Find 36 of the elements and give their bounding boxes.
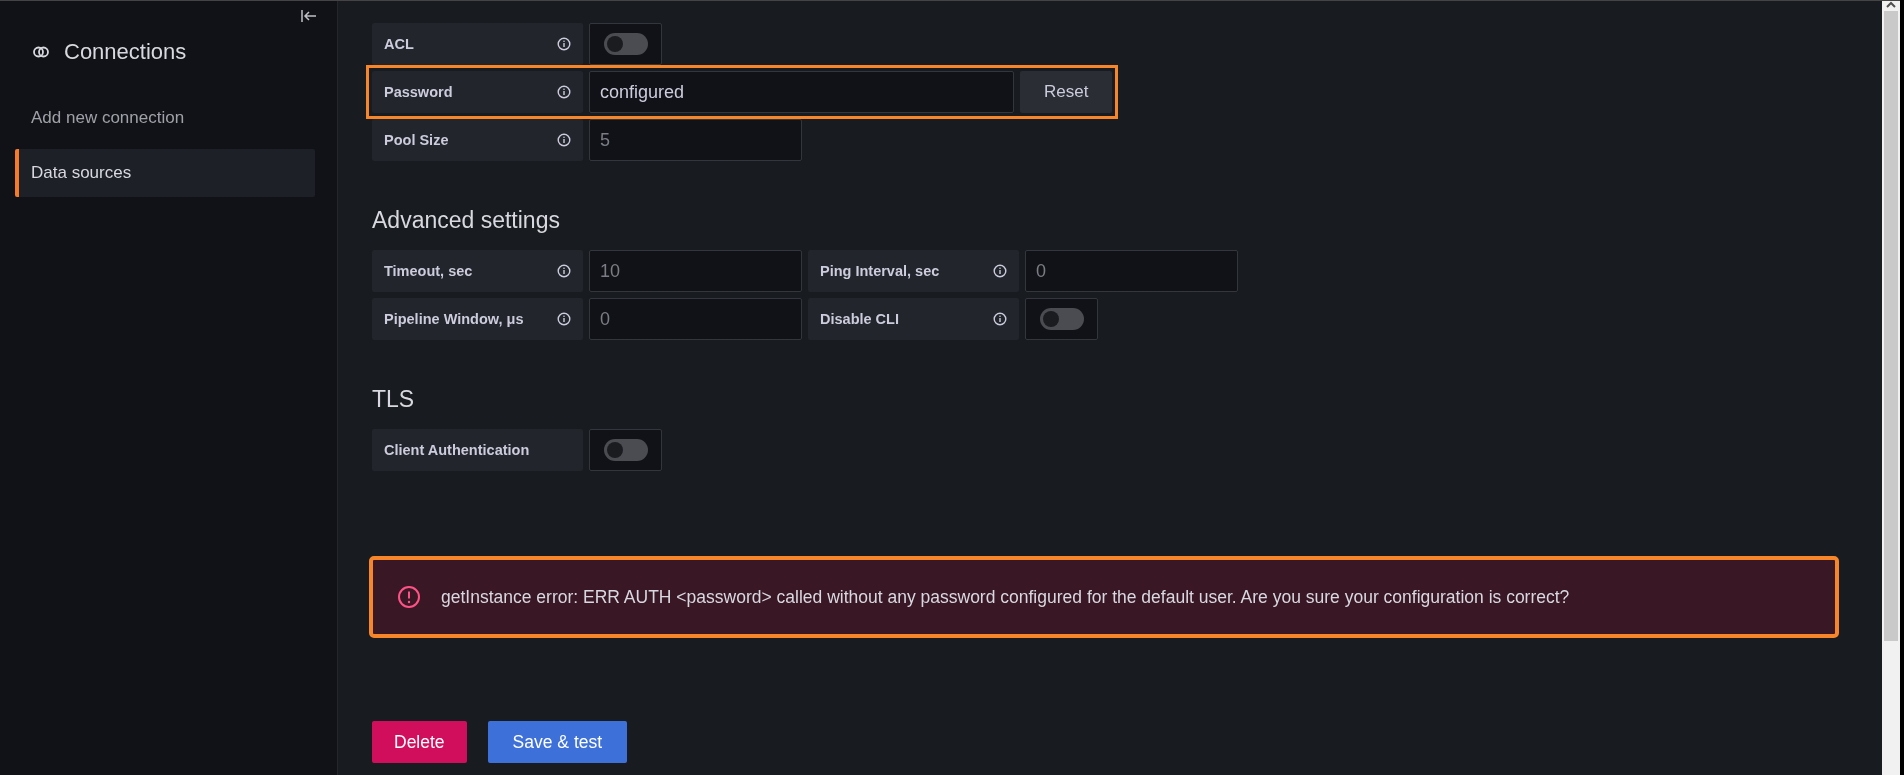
toggle-switch[interactable]	[1025, 298, 1098, 340]
scroll-up-icon[interactable]	[1886, 1, 1896, 9]
reset-button[interactable]: Reset	[1020, 71, 1113, 113]
field-label: Client Authentication	[372, 429, 583, 471]
password-field[interactable]: configured	[589, 71, 1014, 113]
sidebar-item[interactable]: Add new connection	[15, 101, 315, 135]
field-label: Ping Interval, sec	[808, 250, 1019, 292]
input-field[interactable]: 5	[589, 119, 802, 161]
info-icon	[557, 264, 571, 278]
field-label: ACL	[372, 23, 583, 65]
field-label: Timeout, sec	[372, 250, 583, 292]
scrollbar[interactable]	[1882, 1, 1900, 775]
info-icon	[557, 37, 571, 51]
info-icon	[993, 264, 1007, 278]
section-heading: Advanced settings	[372, 207, 561, 234]
field-label: Pool Size	[372, 119, 583, 161]
save-button[interactable]: Save & test	[487, 721, 628, 763]
info-icon	[557, 312, 571, 326]
toggle-switch[interactable]	[589, 23, 662, 65]
sidebar-item[interactable]: Data sources	[15, 149, 315, 197]
sidebar-title: Connections	[64, 39, 187, 65]
field-label: Pipeline Window, μs	[372, 298, 583, 340]
info-icon	[993, 312, 1007, 326]
delete-button[interactable]: Delete	[372, 721, 467, 763]
section-heading: TLS	[372, 386, 416, 413]
info-icon	[557, 85, 571, 99]
input-field[interactable]: 0	[1025, 250, 1238, 292]
error-message: getInstance error: ERR AUTH <password> called without any password configured for the default user. Are you sure your configuration is correct?	[441, 586, 1570, 608]
collapse-icon[interactable]	[301, 9, 317, 23]
field-label: Disable CLI	[808, 298, 1019, 340]
input-field[interactable]: 0	[589, 298, 802, 340]
warning-icon	[397, 585, 421, 609]
input-field[interactable]: 10	[589, 250, 802, 292]
info-icon	[557, 133, 571, 147]
field-label: Password	[372, 71, 583, 113]
toggle-switch[interactable]	[589, 429, 662, 471]
